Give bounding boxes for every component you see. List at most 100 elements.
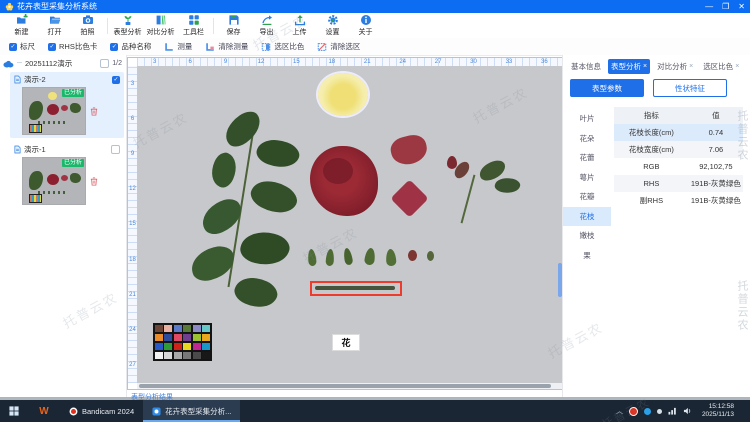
toolbar-button-label: 拍照 xyxy=(81,27,95,37)
ruler-tick-label: 18 xyxy=(314,58,349,66)
toolbar-button-label: 新建 xyxy=(15,27,29,37)
clear-measure-button[interactable]: 清除测量 xyxy=(205,41,248,52)
ruler-tick-label: 6 xyxy=(128,101,137,136)
category-petal[interactable]: 花瓣 xyxy=(563,187,611,207)
start-button[interactable] xyxy=(0,400,28,422)
sidebar-group-row[interactable]: ─ 20251112演示 1/2 xyxy=(0,55,126,71)
thumb-petal xyxy=(61,105,68,111)
windows-logo-icon xyxy=(9,406,19,416)
list-item[interactable]: 演示-2 ✓ 已分析 xyxy=(10,72,124,138)
rhs-card-checkbox[interactable]: ✓ RHS比色卡 xyxy=(48,41,97,52)
selection-rectangle[interactable] xyxy=(310,281,402,296)
phenotype-analysis-button[interactable]: 表型分析 xyxy=(111,14,144,37)
trait-features-button[interactable]: 性状特征 xyxy=(653,79,727,97)
region-color-button[interactable]: 选区比色 xyxy=(261,41,304,52)
tab-close-icon[interactable]: × xyxy=(735,63,739,70)
toolbar-button-label: 对比分析 xyxy=(147,27,175,37)
toolbar-separator xyxy=(213,18,214,34)
tree-expander-icon[interactable]: ─ xyxy=(17,60,22,67)
toolbar-button-label: 导出 xyxy=(260,27,274,37)
compare-analysis-button[interactable]: 对比分析 xyxy=(144,14,177,37)
measure-button[interactable]: 测量 xyxy=(164,41,192,52)
category-flower[interactable]: 花朵 xyxy=(563,129,611,149)
image-canvas: 369121518212427303336 369121518212427 xyxy=(127,57,563,390)
phenotype-params-button[interactable]: 表型参数 xyxy=(570,79,644,97)
volume-icon[interactable] xyxy=(683,407,692,415)
gear-icon xyxy=(327,14,339,26)
close-button[interactable]: ✕ xyxy=(738,0,745,13)
table-header: 指标 xyxy=(614,110,689,121)
tray-bandicam-icon[interactable] xyxy=(629,407,638,416)
ruler-tick-label: 18 xyxy=(128,242,137,277)
tab-basic-info[interactable]: 基本信息 xyxy=(568,59,604,74)
clear-region-icon xyxy=(317,42,327,52)
document-icon xyxy=(14,75,21,84)
branch-stem xyxy=(461,175,476,224)
tab-region-color[interactable]: 选区比色 × xyxy=(700,59,742,74)
taskbar-app-label: 花卉表型采集分析... xyxy=(165,406,231,417)
tab-compare-analysis[interactable]: 对比分析 × xyxy=(654,59,696,74)
export-button[interactable]: 导出 xyxy=(250,14,283,37)
category-bud[interactable]: 花蕾 xyxy=(563,148,611,168)
thumb-branch xyxy=(70,173,81,183)
network-icon[interactable] xyxy=(668,407,677,415)
item-checkbox[interactable]: ✓ xyxy=(112,76,120,84)
panel-body: 叶片 花朵 花蕾 萼片 花瓣 花枝 嫩枝 果 指标 值 xyxy=(563,101,750,265)
tray-expand-icon[interactable]: ︿ xyxy=(616,406,623,416)
app-window: 花卉表型采集分析系统 — ❐ ✕ 新建 打开 拍照 xyxy=(0,0,750,397)
save-button[interactable]: 保存 xyxy=(217,14,250,37)
delete-icon[interactable] xyxy=(90,107,98,116)
checkbox-checked-icon: ✓ xyxy=(110,43,118,51)
toolbar-separator xyxy=(107,18,108,34)
category-young-branch[interactable]: 嫩枝 xyxy=(563,226,611,246)
delete-icon[interactable] xyxy=(90,177,98,186)
variety-name-checkbox[interactable]: ✓ 品种名称 xyxy=(110,41,151,52)
clock-time: 15:12:58 xyxy=(702,403,734,411)
info-icon xyxy=(360,14,372,26)
thumb-petal xyxy=(61,175,68,181)
item-checkbox[interactable] xyxy=(111,145,120,154)
photo-button[interactable]: 拍照 xyxy=(71,14,104,37)
open-button[interactable]: 打开 xyxy=(38,14,71,37)
upload-button[interactable]: 上传 xyxy=(283,14,316,37)
horizontal-scrollbar[interactable] xyxy=(137,383,562,389)
clock[interactable]: 15:12:58 2025/11/13 xyxy=(702,403,734,419)
table-cell: 92,102,75 xyxy=(689,162,743,171)
item-thumbnail[interactable]: 已分析 xyxy=(22,157,86,205)
cloud-icon xyxy=(3,60,14,68)
toolbox-button[interactable]: 工具栏 xyxy=(177,14,210,37)
leaf xyxy=(254,134,303,174)
yellow-flower xyxy=(318,73,368,116)
taskbar-app-bandicam[interactable]: Bandicam 2024 xyxy=(60,400,143,422)
sepal xyxy=(364,247,376,265)
item-thumbnail[interactable]: 已分析 xyxy=(22,87,86,135)
tray-blue-app-icon[interactable] xyxy=(644,408,651,415)
list-item[interactable]: 演示-1 已分析 xyxy=(10,142,124,208)
subtoolbar-button-label: 测量 xyxy=(177,41,192,52)
category-sepal[interactable]: 萼片 xyxy=(563,168,611,188)
parameter-table: 指标 值 花枝长度(cm) 0.74 花枝宽度(cm) 7.06 RGB xyxy=(614,107,743,265)
tab-phenotype-analysis[interactable]: 表型分析 × xyxy=(608,59,650,74)
group-checkbox[interactable] xyxy=(100,59,109,68)
new-button[interactable]: 新建 xyxy=(5,14,38,37)
tab-close-icon[interactable]: × xyxy=(689,63,693,70)
camera-icon xyxy=(82,14,94,26)
taskbar-app-flower-system[interactable]: 花卉表型采集分析... xyxy=(143,400,240,422)
clear-region-button[interactable]: 清除选区 xyxy=(317,41,360,52)
category-leaf[interactable]: 叶片 xyxy=(563,109,611,129)
settings-button[interactable]: 设置 xyxy=(316,14,349,37)
maximize-button[interactable]: ❐ xyxy=(722,0,729,13)
w-app-icon[interactable]: W xyxy=(28,406,60,417)
table-row: 花枝长度(cm) 0.74 xyxy=(614,124,743,141)
minimize-button[interactable]: — xyxy=(705,0,713,13)
status-badge: 已分析 xyxy=(62,159,84,167)
ruler-tick-label: 30 xyxy=(456,58,491,66)
category-flower-branch[interactable]: 花枝 xyxy=(563,207,611,227)
tab-close-icon[interactable]: × xyxy=(643,63,647,70)
tray-misc-icon[interactable] xyxy=(657,409,662,414)
about-button[interactable]: 关于 xyxy=(349,14,382,37)
specimen-photo[interactable]: 花 xyxy=(137,66,562,383)
category-fruit[interactable]: 果 xyxy=(563,246,611,266)
ruler-checkbox[interactable]: ✓ 标尺 xyxy=(9,41,35,52)
scrollbar-thumb[interactable] xyxy=(139,384,551,388)
